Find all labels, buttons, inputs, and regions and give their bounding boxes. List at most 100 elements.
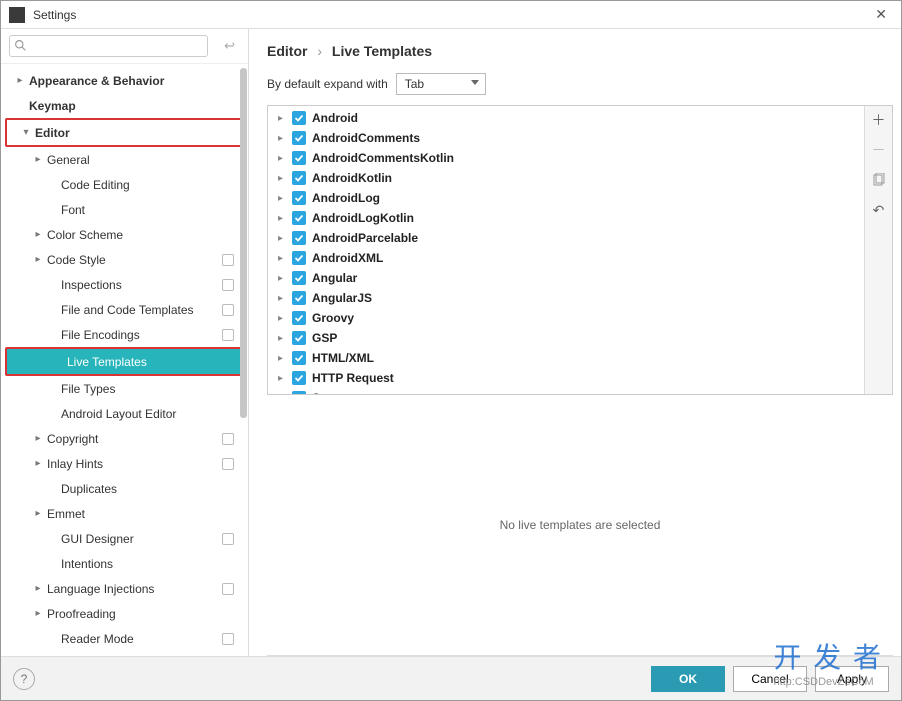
sidebar-item-intentions[interactable]: Intentions <box>1 551 248 576</box>
sidebar-item-color-scheme[interactable]: ▸Color Scheme <box>1 222 248 247</box>
sidebar-item-inspections[interactable]: Inspections <box>1 272 248 297</box>
checkbox[interactable] <box>292 291 306 305</box>
chevron-right-icon: ▸ <box>278 153 292 164</box>
sidebar-item-appearance-behavior[interactable]: ▸Appearance & Behavior <box>1 68 248 93</box>
ok-button[interactable]: OK <box>651 666 725 692</box>
copy-button[interactable] <box>869 170 889 190</box>
checkbox[interactable] <box>292 231 306 245</box>
chevron-right-icon: › <box>317 43 322 59</box>
apply-button[interactable]: Apply <box>815 666 889 692</box>
checkbox[interactable] <box>292 191 306 205</box>
titlebar: Settings ✕ <box>1 1 901 29</box>
checkbox[interactable] <box>292 251 306 265</box>
help-button[interactable]: ? <box>13 668 35 690</box>
checkbox[interactable] <box>292 331 306 345</box>
template-row[interactable]: ▸ AndroidCommentsKotlin <box>268 148 864 168</box>
sidebar-item-keymap[interactable]: Keymap <box>1 93 248 118</box>
sidebar-item-gui-designer[interactable]: GUI Designer <box>1 526 248 551</box>
sidebar-item-file-types[interactable]: File Types <box>1 376 248 401</box>
template-label: AndroidCommentsKotlin <box>312 151 454 165</box>
sidebar-item-live-templates[interactable]: Live Templates <box>7 349 242 374</box>
sidebar-item-copyright[interactable]: ▸Copyright <box>1 426 248 451</box>
template-row[interactable]: ▸GSP <box>268 328 864 348</box>
template-row[interactable]: ▸AndroidLog <box>268 188 864 208</box>
sidebar-item-file-encodings[interactable]: File Encodings <box>1 322 248 347</box>
close-icon[interactable]: ✕ <box>869 6 893 23</box>
expand-combo[interactable]: Tab <box>396 73 486 95</box>
cancel-button[interactable]: Cancel <box>733 666 807 692</box>
checkbox[interactable] <box>292 151 306 165</box>
checkbox[interactable] <box>292 271 306 285</box>
search-back-icon[interactable]: ↩ <box>224 38 235 54</box>
sidebar-item-font[interactable]: Font <box>1 197 248 222</box>
template-row[interactable]: ▸AndroidLogKotlin <box>268 208 864 228</box>
tree-label: General <box>45 153 90 167</box>
sidebar-item-language-injections[interactable]: ▸Language Injections <box>1 576 248 601</box>
scrollbar[interactable] <box>240 68 247 652</box>
template-label: Java <box>312 391 339 394</box>
checkbox[interactable] <box>292 171 306 185</box>
chevron-right-icon: ▸ <box>31 458 45 469</box>
chevron-right-icon: ▸ <box>278 193 292 204</box>
template-label: AndroidComments <box>312 131 420 145</box>
checkbox[interactable] <box>292 371 306 385</box>
sidebar-item-general[interactable]: ▸General <box>1 147 248 172</box>
chevron-down-icon: ▾ <box>19 127 33 138</box>
checkbox[interactable] <box>292 391 306 394</box>
sidebar-item-inlay-hints[interactable]: ▸Inlay Hints <box>1 451 248 476</box>
chevron-right-icon: ▸ <box>278 353 292 364</box>
sidebar-item-code-style[interactable]: ▸Code Style <box>1 247 248 272</box>
sidebar-item-proofreading[interactable]: ▸Proofreading <box>1 601 248 626</box>
sidebar-item-emmet[interactable]: ▸Emmet <box>1 501 248 526</box>
sidebar-item-reader-mode[interactable]: Reader Mode <box>1 626 248 651</box>
revert-button[interactable]: ↶ <box>869 200 889 220</box>
empty-text: No live templates are selected <box>500 518 661 532</box>
template-label: AndroidKotlin <box>312 171 392 185</box>
modified-indicator-icon <box>222 279 234 291</box>
template-row[interactable]: ▸AndroidXML <box>268 248 864 268</box>
checkbox[interactable] <box>292 131 306 145</box>
remove-button[interactable]: － <box>869 140 889 160</box>
sidebar-item-android-layout-editor[interactable]: Android Layout Editor <box>1 401 248 426</box>
chevron-right-icon: ▸ <box>278 233 292 244</box>
sidebar-item-editor[interactable]: ▾Editor <box>7 120 242 145</box>
sidebar-item-duplicates[interactable]: Duplicates <box>1 476 248 501</box>
modified-indicator-icon <box>222 583 234 595</box>
modified-indicator-icon <box>222 533 234 545</box>
template-row[interactable]: ▸Groovy <box>268 308 864 328</box>
settings-tree[interactable]: ▸Appearance & BehaviorKeymap▾Editor▸Gene… <box>1 64 248 656</box>
tree-label: File Types <box>59 382 115 396</box>
template-row[interactable]: ▸HTTP Request <box>268 368 864 388</box>
modified-indicator-icon <box>222 254 234 266</box>
detail-pane: No live templates are selected <box>267 395 893 656</box>
checkbox[interactable] <box>292 351 306 365</box>
tree-label: Emmet <box>45 507 85 521</box>
search-input[interactable] <box>9 35 208 57</box>
template-row[interactable]: ▸AndroidKotlin <box>268 168 864 188</box>
template-row[interactable]: ▸HTML/XML <box>268 348 864 368</box>
template-row[interactable]: ▸Android <box>268 108 864 128</box>
tree-label: Editor <box>33 126 70 140</box>
sidebar-item-file-and-code-templates[interactable]: File and Code Templates <box>1 297 248 322</box>
template-row[interactable]: ▸AndroidParcelable <box>268 228 864 248</box>
modified-indicator-icon <box>222 433 234 445</box>
main-panel: Editor › Live Templates By default expan… <box>249 29 901 656</box>
checkbox[interactable] <box>292 211 306 225</box>
template-label: AndroidLogKotlin <box>312 211 414 225</box>
template-label: Angular <box>312 271 357 285</box>
tree-label: Keymap <box>27 99 76 113</box>
checkbox[interactable] <box>292 311 306 325</box>
search-icon <box>14 39 27 52</box>
add-button[interactable]: ＋ <box>869 110 889 130</box>
checkbox[interactable] <box>292 111 306 125</box>
tree-label: Live Templates <box>65 355 147 369</box>
template-row[interactable]: ▸AngularJS <box>268 288 864 308</box>
templates-list[interactable]: ▸Android▸AndroidComments▸AndroidComments… <box>268 106 864 394</box>
modified-indicator-icon <box>222 458 234 470</box>
template-row[interactable]: ▸Angular <box>268 268 864 288</box>
sidebar-item-code-editing[interactable]: Code Editing <box>1 172 248 197</box>
tree-label: File Encodings <box>59 328 140 342</box>
chevron-right-icon: ▸ <box>31 229 45 240</box>
template-row[interactable]: ▸AndroidComments <box>268 128 864 148</box>
template-row[interactable]: ▸Java <box>268 388 864 394</box>
